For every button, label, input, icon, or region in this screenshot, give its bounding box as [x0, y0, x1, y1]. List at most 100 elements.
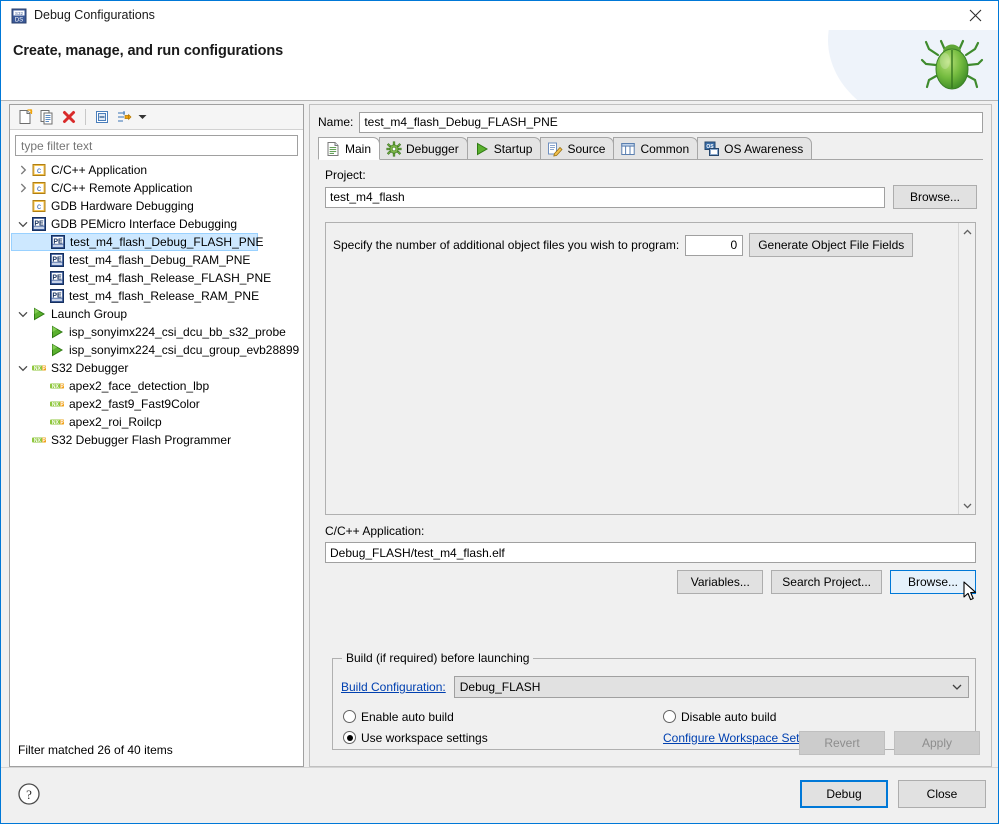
- tab-debugger[interactable]: Debugger: [379, 137, 468, 159]
- filter-input[interactable]: [15, 135, 298, 156]
- tree-item-9[interactable]: isp_sonyimx224_csi_dcu_bb_s32_probe: [11, 323, 302, 341]
- svg-text:NX: NX: [52, 384, 60, 390]
- tree-item-10[interactable]: isp_sonyimx224_csi_dcu_group_evb28899: [11, 341, 302, 359]
- tree-item-12[interactable]: NX P apex2_face_detection_lbp: [11, 377, 302, 395]
- configurations-tree[interactable]: c C/C++ Application c C/C++ Remote Applicat…: [11, 161, 302, 741]
- tree-item-label: isp_sonyimx224_csi_dcu_bb_s32_probe: [69, 325, 286, 339]
- object-files-row: Specify the number of additional object …: [326, 223, 975, 257]
- nxp-icon: NX P: [49, 378, 65, 394]
- project-label: Project:: [325, 168, 366, 182]
- collapse-all-icon[interactable]: [91, 107, 113, 128]
- svg-text:PE: PE: [52, 256, 62, 263]
- name-label: Name:: [318, 115, 354, 129]
- project-browse-button[interactable]: Browse...: [893, 185, 977, 209]
- build-configuration-combo[interactable]: Debug_FLASH: [453, 676, 969, 698]
- scroll-up-icon[interactable]: [959, 223, 975, 240]
- startup-play-icon: [474, 141, 490, 157]
- tree-item-14[interactable]: NX P apex2_roi_Roilcp: [11, 413, 302, 431]
- application-row: [325, 542, 976, 563]
- chevron-right-icon[interactable]: [15, 162, 31, 178]
- tree-item-7[interactable]: PE test_m4_flash_Release_RAM_PNE: [11, 287, 302, 305]
- tree-item-label: C/C++ Remote Application: [51, 181, 193, 195]
- launch-group-icon: [31, 306, 47, 322]
- tree-item-4[interactable]: PE test_m4_flash_Debug_FLASH_PNE: [11, 233, 263, 251]
- configuration-name-input[interactable]: [359, 111, 983, 133]
- bug-icon: [920, 33, 984, 97]
- tab-startup[interactable]: Startup: [466, 137, 542, 159]
- tree-toolbar: [10, 105, 303, 130]
- name-row: Name:: [318, 111, 983, 133]
- search-project-button[interactable]: Search Project...: [771, 570, 882, 594]
- red-x-delete-icon[interactable]: [58, 107, 80, 128]
- toolbar-separator: [85, 109, 86, 125]
- copy-icon[interactable]: [36, 107, 58, 128]
- filter-sort-icon[interactable]: [113, 107, 135, 128]
- nxp-icon: NX P: [31, 432, 47, 448]
- svg-text:DS: DS: [15, 18, 23, 24]
- chevron-down-icon[interactable]: [15, 216, 31, 232]
- tab-label: Main: [345, 141, 372, 156]
- s32ds-icon: S32 DS: [11, 8, 27, 24]
- chevron-down-icon[interactable]: [15, 360, 31, 376]
- tree-item-label: test_m4_flash_Release_FLASH_PNE: [69, 271, 272, 285]
- page-title: Create, manage, and run configurations: [13, 43, 284, 59]
- build-configuration-link[interactable]: Build Configuration:: [341, 680, 446, 694]
- apply-button[interactable]: Apply: [894, 731, 980, 755]
- title-bar: S32 DS Debug Configurations: [1, 1, 998, 30]
- c-app-icon: c: [31, 180, 47, 196]
- configurations-tree-panel: c C/C++ Application c C/C++ Remote Applicat…: [9, 104, 304, 767]
- new-document-icon[interactable]: [14, 107, 36, 128]
- dialog-footer: ? Debug Close: [1, 767, 998, 823]
- application-label: C/C++ Application:: [325, 524, 425, 538]
- debug-button[interactable]: Debug: [800, 780, 888, 808]
- tree-item-11[interactable]: NX P S32 Debugger: [11, 359, 302, 377]
- tree-item-5[interactable]: PE test_m4_flash_Debug_RAM_PNE: [11, 251, 302, 269]
- close-window-button[interactable]: [952, 1, 998, 30]
- debug-configurations-dialog: S32 DS Debug Configurations Create, mana…: [0, 0, 999, 824]
- tab-source[interactable]: Source: [540, 137, 615, 159]
- build-configuration-value: Debug_FLASH: [459, 680, 541, 694]
- tab-label: Debugger: [406, 141, 459, 156]
- object-files-count-input[interactable]: [685, 234, 744, 256]
- tab-common[interactable]: Common: [613, 137, 699, 159]
- tree-item-label: apex2_roi_Roilcp: [69, 415, 162, 429]
- revert-button[interactable]: Revert: [799, 731, 885, 755]
- tab-os-awareness[interactable]: OS OS Awareness: [697, 137, 813, 159]
- tree-item-0[interactable]: c C/C++ Application: [11, 161, 302, 179]
- svg-text:c: c: [37, 184, 41, 193]
- variables-button[interactable]: Variables...: [677, 570, 764, 594]
- svg-text:PE: PE: [34, 220, 44, 227]
- tree-item-3[interactable]: PE GDB PEMicro Interface Debugging: [11, 215, 302, 233]
- header-banner: Create, manage, and run configurations: [1, 30, 998, 101]
- close-button[interactable]: Close: [898, 780, 986, 808]
- application-browse-button[interactable]: Browse...: [890, 570, 976, 594]
- tree-item-label: S32 Debugger: [51, 361, 129, 375]
- tree-item-1[interactable]: c C/C++ Remote Application: [11, 179, 302, 197]
- scroll-down-icon[interactable]: [959, 497, 975, 514]
- object-files-scrollbar[interactable]: [958, 223, 975, 514]
- svg-text:NX: NX: [52, 402, 60, 408]
- tree-item-13[interactable]: NX P apex2_fast9_Fast9Color: [11, 395, 302, 413]
- application-input[interactable]: [325, 542, 976, 563]
- tree-item-6[interactable]: PE test_m4_flash_Release_FLASH_PNE: [11, 269, 302, 287]
- tree-item-15[interactable]: NX P S32 Debugger Flash Programmer: [11, 431, 302, 449]
- tab-main[interactable]: Main: [318, 137, 381, 160]
- chevron-right-icon[interactable]: [15, 180, 31, 196]
- project-input[interactable]: [325, 186, 885, 208]
- help-question-icon[interactable]: ?: [17, 782, 41, 806]
- svg-text:c: c: [37, 166, 41, 175]
- chevron-down-icon[interactable]: [15, 306, 31, 322]
- tab-label: Common: [640, 141, 690, 156]
- generate-object-file-fields-button[interactable]: Generate Object File Fields: [749, 233, 914, 257]
- configuration-editor-panel: Name: Main Debugger StartupSource Common OSO…: [309, 104, 992, 767]
- window-title: Debug Configurations: [34, 8, 155, 22]
- chevron-down-icon[interactable]: [135, 107, 149, 128]
- tree-item-2[interactable]: c GDB Hardware Debugging: [11, 197, 302, 215]
- tree-item-8[interactable]: Launch Group: [11, 305, 302, 323]
